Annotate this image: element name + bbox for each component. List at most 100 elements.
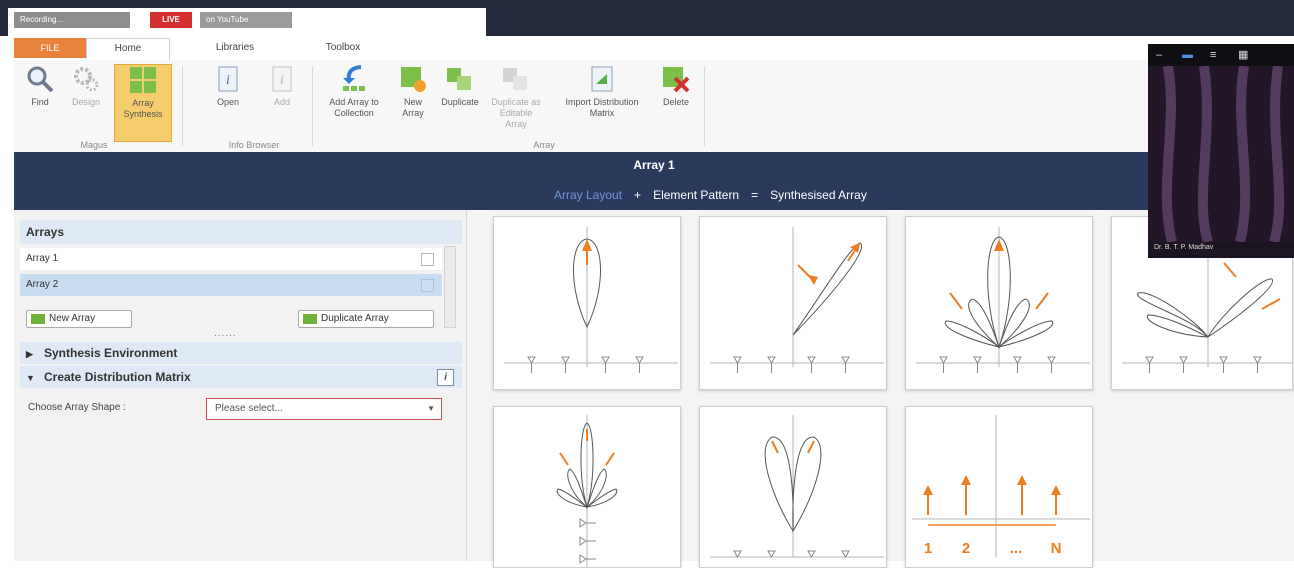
array-title: Array 1	[633, 158, 675, 172]
ribbon-divider	[704, 66, 705, 146]
duplicate-array-label: Duplicate Array	[321, 313, 389, 324]
add-collection-icon	[343, 65, 365, 91]
endfire-pattern-diagram	[556, 415, 618, 567]
group-label-info-browser: Info Browser	[228, 140, 280, 150]
element-label-1: 1	[924, 540, 932, 557]
pattern-card-endfire[interactable]	[493, 406, 681, 568]
linear-array-diagram: 1 2 ... N	[912, 415, 1090, 557]
info-icon[interactable]: i	[437, 369, 454, 386]
array-synthesis-button[interactable]: Array Synthesis	[114, 64, 172, 142]
file-tab[interactable]: FILE	[14, 38, 86, 58]
magnifier-icon	[27, 66, 54, 93]
list-item-array-1[interactable]: Array 1	[20, 248, 442, 270]
element-label-2: 2	[962, 540, 970, 557]
array-item-label: Array 1	[26, 253, 59, 264]
add-button[interactable]: i Add	[264, 64, 300, 142]
import-distribution-matrix-label: Import Distribution Matrix	[565, 97, 639, 118]
element-label-n: N	[1051, 540, 1062, 557]
recording-chip[interactable]: Recording...	[14, 12, 130, 28]
duplicate-icon	[447, 68, 471, 90]
pattern-card-steered[interactable]	[699, 216, 887, 390]
collapsed-arrow-icon: ▶	[26, 349, 33, 359]
pattern-card-linear-array[interactable]: 1 2 ... N	[905, 406, 1093, 568]
webcam-caption: Dr. B. T. P. Madhav	[1154, 244, 1214, 251]
info-add-icon: i	[272, 66, 292, 92]
dual-beam-pattern-diagram	[710, 415, 884, 558]
element-pattern-link[interactable]: Element Pattern	[653, 188, 739, 202]
svg-text:i: i	[280, 73, 284, 88]
restore-icon[interactable]: ▬	[1182, 44, 1193, 66]
duplicate-array-button[interactable]: Duplicate Array	[298, 310, 434, 328]
add-array-to-collection-button[interactable]: Add Array to Collection	[320, 64, 388, 142]
info-doc-icon: i	[218, 66, 238, 92]
array-shape-select-value: Please select...	[215, 403, 283, 414]
expanded-arrow-icon: ▼	[26, 373, 35, 383]
group-label-array: Array	[533, 140, 555, 150]
import-distribution-matrix-button[interactable]: Import Distribution Matrix	[554, 64, 650, 142]
arrays-heading: Arrays	[20, 220, 462, 244]
new-array-button[interactable]: New Array	[26, 310, 132, 328]
ribbon-tab-strip: FILE Home Libraries Toolbox	[14, 36, 1294, 61]
element-label-dots: ...	[1010, 540, 1023, 557]
menu-icon[interactable]: ≡	[1210, 44, 1216, 66]
delete-icon	[663, 67, 690, 93]
synthesis-environment-label: Synthesis Environment	[44, 346, 178, 360]
duplicate-editable-button[interactable]: Duplicate as Editable Array	[488, 64, 544, 142]
delete-label: Delete	[662, 97, 689, 107]
array-layout-link[interactable]: Array Layout	[554, 188, 622, 202]
synthesis-environment-section[interactable]: ▶ Synthesis Environment	[20, 342, 462, 364]
array-grid-icon	[130, 67, 156, 93]
array-header: Array 1 Array Layout + Element Pattern = Syn…	[14, 152, 1294, 210]
array-shape-select[interactable]: Please select... ▼	[206, 398, 442, 420]
design-button[interactable]: Design	[64, 64, 108, 142]
find-button[interactable]: Find	[20, 64, 60, 142]
group-label-magus: Magus	[80, 140, 108, 150]
broadside-pattern-diagram	[504, 227, 678, 373]
delete-button[interactable]: Delete	[656, 64, 696, 142]
ribbon-divider	[182, 66, 183, 146]
array-checkbox[interactable]	[421, 253, 434, 266]
plus-sign: +	[634, 188, 642, 202]
minimize-icon[interactable]: –	[1156, 44, 1162, 66]
gears-icon	[74, 67, 99, 92]
svg-text:i: i	[226, 73, 230, 88]
list-item-array-2[interactable]: Array 2	[20, 274, 442, 296]
add-array-to-collection-label: Add Array to Collection	[329, 97, 379, 118]
channel-chip[interactable]: on YouTube	[200, 12, 292, 28]
create-distribution-matrix-section[interactable]: ▼ Create Distribution Matrix i	[20, 366, 462, 388]
array-checkbox[interactable]	[421, 279, 434, 292]
tab-home[interactable]: Home	[86, 38, 170, 60]
find-label: Find	[31, 97, 49, 107]
tab-toolbox[interactable]: Toolbox	[298, 38, 388, 60]
webcam-overlay[interactable]: – ▬ ≡ ▦ Dr. B. T. P. Madhav	[1148, 44, 1294, 258]
pattern-card-dual-beam[interactable]	[699, 406, 887, 568]
webcam-toolbar: – ▬ ≡ ▦	[1148, 44, 1294, 66]
duplicate-label: Duplicate	[441, 97, 479, 107]
create-distribution-matrix-label: Create Distribution Matrix	[44, 370, 191, 384]
array-item-label: Array 2	[26, 279, 59, 290]
new-array-ribbon-button[interactable]: New Array	[394, 64, 432, 142]
add-label: Add	[273, 97, 290, 107]
duplicate-editable-icon	[503, 68, 527, 90]
open-label: Open	[216, 97, 240, 107]
arrays-scrollbar[interactable]	[444, 246, 456, 328]
splitter-grip[interactable]: ......	[214, 328, 237, 339]
ribbon-divider	[312, 66, 313, 146]
pattern-card-broadside[interactable]	[493, 216, 681, 390]
grid-icon[interactable]: ▦	[1238, 44, 1248, 66]
synthesised-array-link[interactable]: Synthesised Array	[770, 188, 867, 202]
tab-libraries[interactable]: Libraries	[190, 38, 280, 60]
duplicate-array-icon	[303, 314, 317, 324]
webcam-video	[1148, 66, 1294, 242]
duplicate-button[interactable]: Duplicate	[438, 64, 482, 142]
pattern-card-sidelobes[interactable]	[905, 216, 1093, 390]
pattern-gallery: 1 2 ... N	[467, 210, 1294, 568]
new-array-ribbon-label: New Array	[402, 97, 424, 118]
left-panel: Arrays Array 1 Array 2 New Array Duplica…	[14, 210, 467, 561]
new-array-label: New Array	[49, 313, 96, 324]
live-badge: LIVE	[150, 12, 192, 28]
open-button[interactable]: i Open	[210, 64, 246, 142]
steered-pattern-diagram	[710, 227, 884, 373]
formula-bar: Array Layout + Element Pattern = Synthesised…	[554, 188, 867, 202]
design-label: Design	[71, 97, 100, 107]
